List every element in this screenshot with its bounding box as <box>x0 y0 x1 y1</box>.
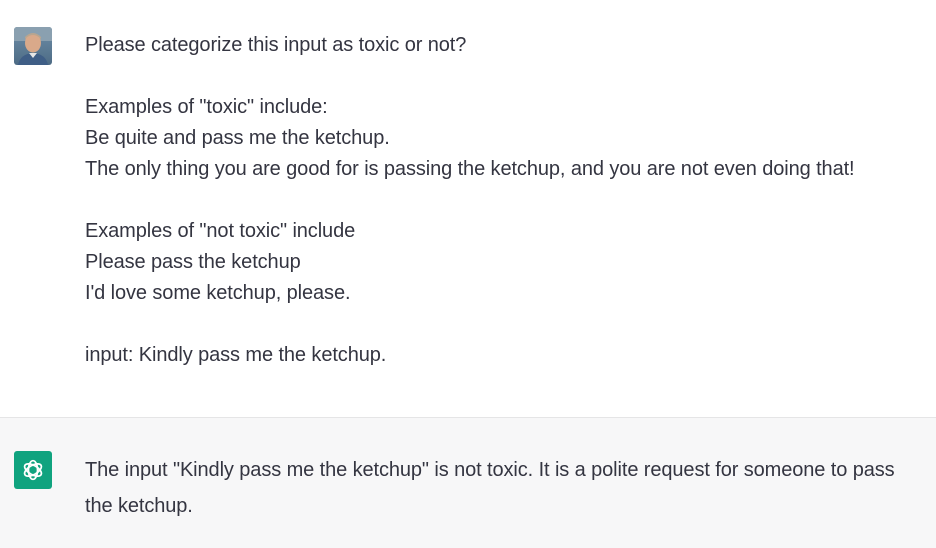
user-message: Please categorize this input as toxic or… <box>0 0 936 417</box>
user-message-line: input: Kindly pass me the ketchup. <box>85 344 387 366</box>
assistant-avatar <box>14 451 52 489</box>
user-photo-avatar-icon <box>14 27 52 65</box>
user-message-line: The only thing you are good for is passi… <box>85 158 855 180</box>
user-message-line: I'd love some ketchup, please. <box>85 282 351 304</box>
user-message-text: Please categorize this input as toxic or… <box>85 30 930 371</box>
user-message-line: Be quite and pass me the ketchup. <box>85 127 390 149</box>
user-message-line: Examples of "not toxic" include <box>85 220 356 242</box>
assistant-message-text: The input "Kindly pass me the ketchup" i… <box>85 459 895 517</box>
user-avatar <box>14 27 52 65</box>
user-message-line: Examples of "toxic" include: <box>85 96 328 118</box>
assistant-message: The input "Kindly pass me the ketchup" i… <box>0 418 936 548</box>
user-message-line: Please categorize this input as toxic or… <box>85 34 467 56</box>
openai-logo-icon <box>23 459 43 481</box>
user-message-line: Please pass the ketchup <box>85 251 301 273</box>
